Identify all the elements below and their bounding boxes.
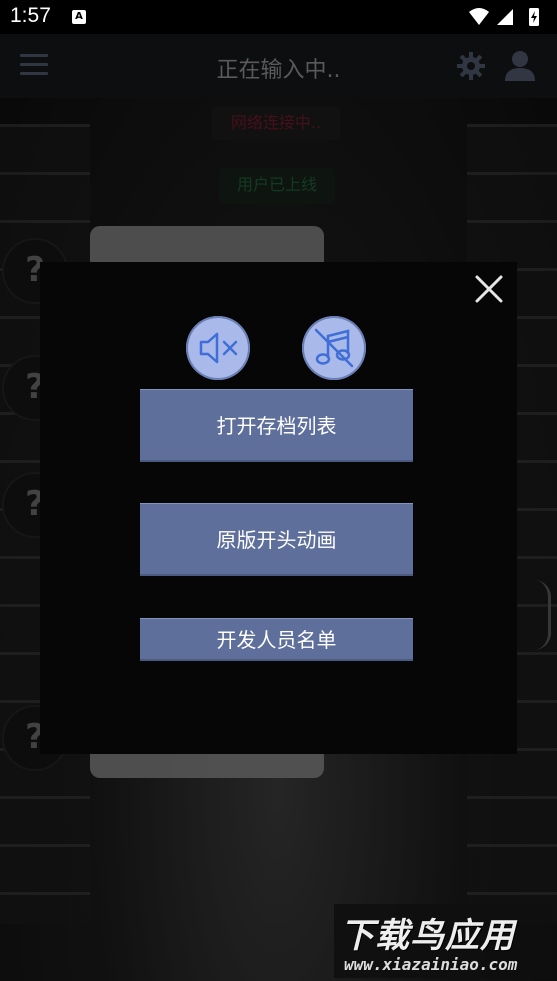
- status-time: 1:57: [10, 4, 51, 27]
- wifi-icon: [469, 8, 489, 25]
- volume-mute-icon: [199, 332, 238, 364]
- credits-button[interactable]: 开发人员名单: [140, 618, 413, 661]
- signal-icon: [497, 9, 513, 25]
- open-saves-button[interactable]: 打开存档列表: [140, 389, 413, 462]
- status-bar: 1:57 A: [0, 0, 557, 34]
- watermark: 下载鸟应用 www.xiazainiao.com: [334, 904, 552, 978]
- watermark-url: www.xiazainiao.com: [344, 955, 518, 974]
- volume-mute-button[interactable]: [186, 316, 250, 380]
- watermark-title: 下载鸟应用: [340, 916, 515, 956]
- original-intro-button[interactable]: 原版开头动画: [140, 503, 413, 576]
- close-icon[interactable]: [472, 272, 506, 306]
- music-toggle-button[interactable]: [302, 316, 366, 380]
- system-status-icons: [469, 8, 539, 26]
- music-off-icon: [314, 328, 354, 368]
- notification-icon: A: [72, 10, 86, 24]
